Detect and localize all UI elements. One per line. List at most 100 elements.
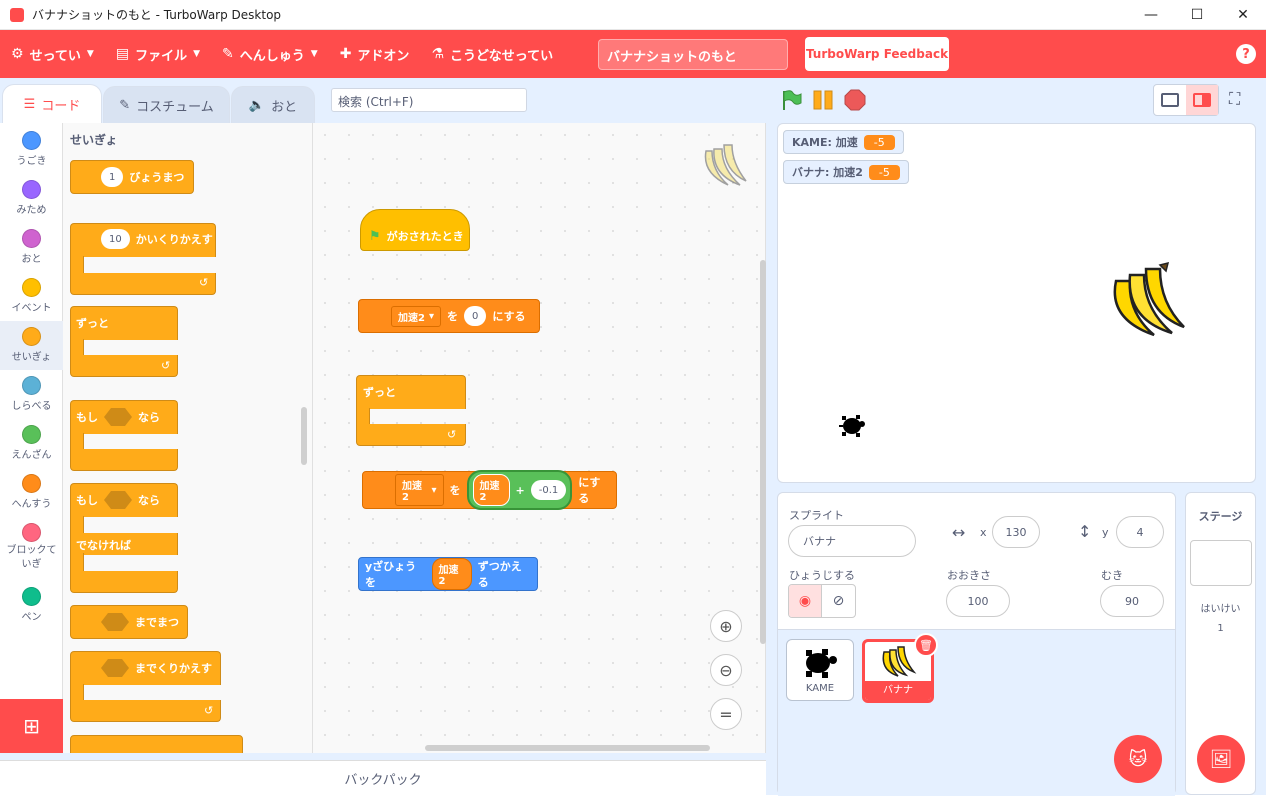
advanced-menu[interactable]: ⚗ こうどなせってい — [420, 30, 564, 78]
choose-sprite-icon[interactable]: 🐱 — [1114, 735, 1162, 783]
direction-input[interactable]: 90 — [1100, 585, 1164, 617]
if-label: もし — [76, 494, 98, 507]
file-menu[interactable]: ▤ ファイル ▼ — [105, 30, 211, 78]
addons-menu[interactable]: ✚ アドオン — [329, 30, 421, 78]
palette-scrollbar[interactable] — [301, 407, 307, 465]
sprite-name-label: スプライト — [789, 509, 844, 522]
variable-dropdown[interactable]: 加速2 ▾ — [391, 305, 441, 327]
visibility-toggle: ◉ ⊘ — [788, 584, 856, 618]
code-workspace[interactable]: ⚑ がおされたとき 加速2 ▾ を 0 にする ずっと ↺ 加速2 ▾ を 加速2 … — [313, 123, 766, 753]
if-else-block-arm-2 — [70, 553, 84, 573]
backpack[interactable]: バックパック — [0, 760, 766, 795]
puzzle-icon: ✚ — [339, 46, 352, 62]
advanced-menu-label: こうどなせってい — [450, 48, 554, 64]
monitor-value: -5 — [868, 164, 900, 180]
category-dot-icon — [22, 131, 41, 150]
pencil-icon: ✎ — [222, 46, 234, 62]
category-my-blocks[interactable]: ブロックていぎ — [0, 517, 63, 577]
edit-menu-label: へんしゅう — [239, 48, 305, 64]
wait-value[interactable]: 1 — [101, 167, 124, 187]
plus-operator: + — [515, 483, 525, 497]
eye-icon[interactable]: ◉ — [789, 585, 823, 617]
small-stage-icon[interactable] — [1154, 85, 1186, 115]
tab-code[interactable]: ☰ コード — [2, 84, 102, 124]
set-variable-block-2[interactable]: 加速2 ▾ を 加速2 + -0.1 にする — [362, 470, 617, 510]
x-position-input[interactable]: 130 — [992, 516, 1040, 548]
feedback-button[interactable]: TurboWarp Feedback — [805, 37, 949, 71]
minimize-button[interactable]: — — [1128, 0, 1174, 30]
settings-menu[interactable]: ⚙ せってい ▼ — [0, 30, 105, 78]
add-operator-block[interactable]: 加速2 + -0.1 — [466, 470, 573, 510]
stage-selector[interactable]: ステージ はいけい 1 🖼 — [1185, 492, 1256, 795]
large-stage-icon[interactable] — [1186, 85, 1218, 115]
edit-menu[interactable]: ✎ へんしゅう ▼ — [211, 30, 329, 78]
sprite-thumbnail-kame[interactable]: KAME — [786, 639, 854, 701]
add-extension-icon: ⊞ — [23, 714, 40, 738]
set-value-input[interactable]: 0 — [464, 306, 487, 326]
project-title-input[interactable]: バナナショットのもと — [598, 39, 788, 70]
delete-sprite-icon[interactable]: 🗑 — [914, 633, 938, 657]
block-palette: せいぎょ 1 びょうまつ 10 かいくりかえす ↺ ずっと ↺ もし なら もし… — [63, 123, 313, 753]
category-looks[interactable]: みため — [0, 174, 63, 223]
stop-icon[interactable] — [844, 89, 866, 111]
category-events[interactable]: イベント — [0, 272, 63, 321]
category-control[interactable]: せいぎょ — [0, 321, 63, 370]
condition-slot[interactable] — [104, 408, 132, 426]
category-label: えんざん — [11, 450, 52, 461]
category-variables[interactable]: へんすう — [0, 468, 63, 517]
sprite-name-input[interactable]: バナナ — [788, 525, 916, 557]
variable-dropdown[interactable]: 加速2 ▾ — [395, 474, 444, 506]
change-y-block[interactable]: yざひょうを 加速2 ずつかえる — [358, 557, 538, 591]
tab-sounds-label: おと — [271, 100, 298, 115]
category-sensing[interactable]: しらべる — [0, 370, 63, 419]
wait-block[interactable]: 1 びょうまつ — [70, 160, 194, 194]
stage-canvas[interactable]: KAME: 加速 -5 バナナ: 加速2 -5 — [777, 123, 1256, 483]
turbowarp-app-icon — [10, 7, 24, 22]
close-button[interactable]: ✕ — [1220, 0, 1266, 30]
category-sound[interactable]: おと — [0, 223, 63, 272]
backdrops-count: 1 — [1217, 623, 1224, 634]
fullscreen-icon[interactable]: ⛶ — [1229, 89, 1240, 109]
settings-menu-label: せってい — [29, 48, 81, 64]
tab-sounds[interactable]: 🔈 おと — [231, 86, 315, 124]
help-icon[interactable]: ? — [1236, 44, 1256, 64]
chevron-down-icon: ▾ — [431, 484, 437, 496]
speaker-icon: 🔈 — [248, 98, 266, 113]
condition-slot[interactable] — [101, 613, 129, 631]
monitor-value: -5 — [863, 134, 895, 150]
banana-sprite-icon[interactable] — [1106, 261, 1188, 341]
zoom-in-icon[interactable]: ⊕ — [710, 610, 742, 642]
workspace-horizontal-scrollbar[interactable] — [425, 745, 710, 751]
variable-reporter[interactable]: 加速2 — [472, 474, 510, 506]
block-search-input[interactable]: 検索 (Ctrl+F) — [331, 88, 527, 112]
y-position-input[interactable]: 4 — [1116, 516, 1164, 548]
operator-value-input[interactable]: -0.1 — [530, 480, 567, 500]
category-dot-icon — [22, 327, 41, 346]
tab-costumes[interactable]: ✎ コスチューム — [103, 86, 230, 124]
size-input[interactable]: 100 — [946, 585, 1010, 617]
while-block[interactable] — [70, 735, 243, 753]
variable-reporter[interactable]: 加速2 — [431, 558, 472, 590]
when-flag-clicked-block[interactable]: ⚑ がおされたとき — [360, 209, 470, 251]
turtle-sprite-icon[interactable] — [838, 412, 866, 440]
repeat-value[interactable]: 10 — [101, 229, 130, 249]
category-operators[interactable]: えんざん — [0, 419, 63, 468]
zoom-out-icon[interactable]: ⊖ — [710, 654, 742, 686]
stage-thumbnail[interactable] — [1189, 540, 1252, 586]
maximize-button[interactable]: ☐ — [1174, 0, 1220, 30]
category-motion[interactable]: うごき — [0, 125, 63, 174]
workspace-vertical-scrollbar[interactable] — [760, 260, 766, 644]
pause-icon[interactable] — [812, 89, 834, 111]
condition-slot[interactable] — [101, 659, 129, 677]
size-label: おおきさ — [947, 569, 991, 582]
zoom-reset-icon[interactable]: = — [710, 698, 742, 730]
add-extension-button[interactable]: ⊞ — [0, 699, 63, 753]
eye-hidden-icon[interactable]: ⊘ — [822, 585, 855, 617]
green-flag-icon[interactable] — [780, 89, 802, 111]
set-variable-block[interactable]: 加速2 ▾ を 0 にする — [358, 299, 540, 333]
condition-slot[interactable] — [104, 491, 132, 509]
chevron-down-icon: ▼ — [86, 49, 94, 59]
wait-until-block[interactable]: までまつ — [70, 605, 188, 639]
category-pen[interactable]: ペン — [0, 581, 63, 630]
choose-backdrop-icon[interactable]: 🖼 — [1197, 735, 1245, 783]
